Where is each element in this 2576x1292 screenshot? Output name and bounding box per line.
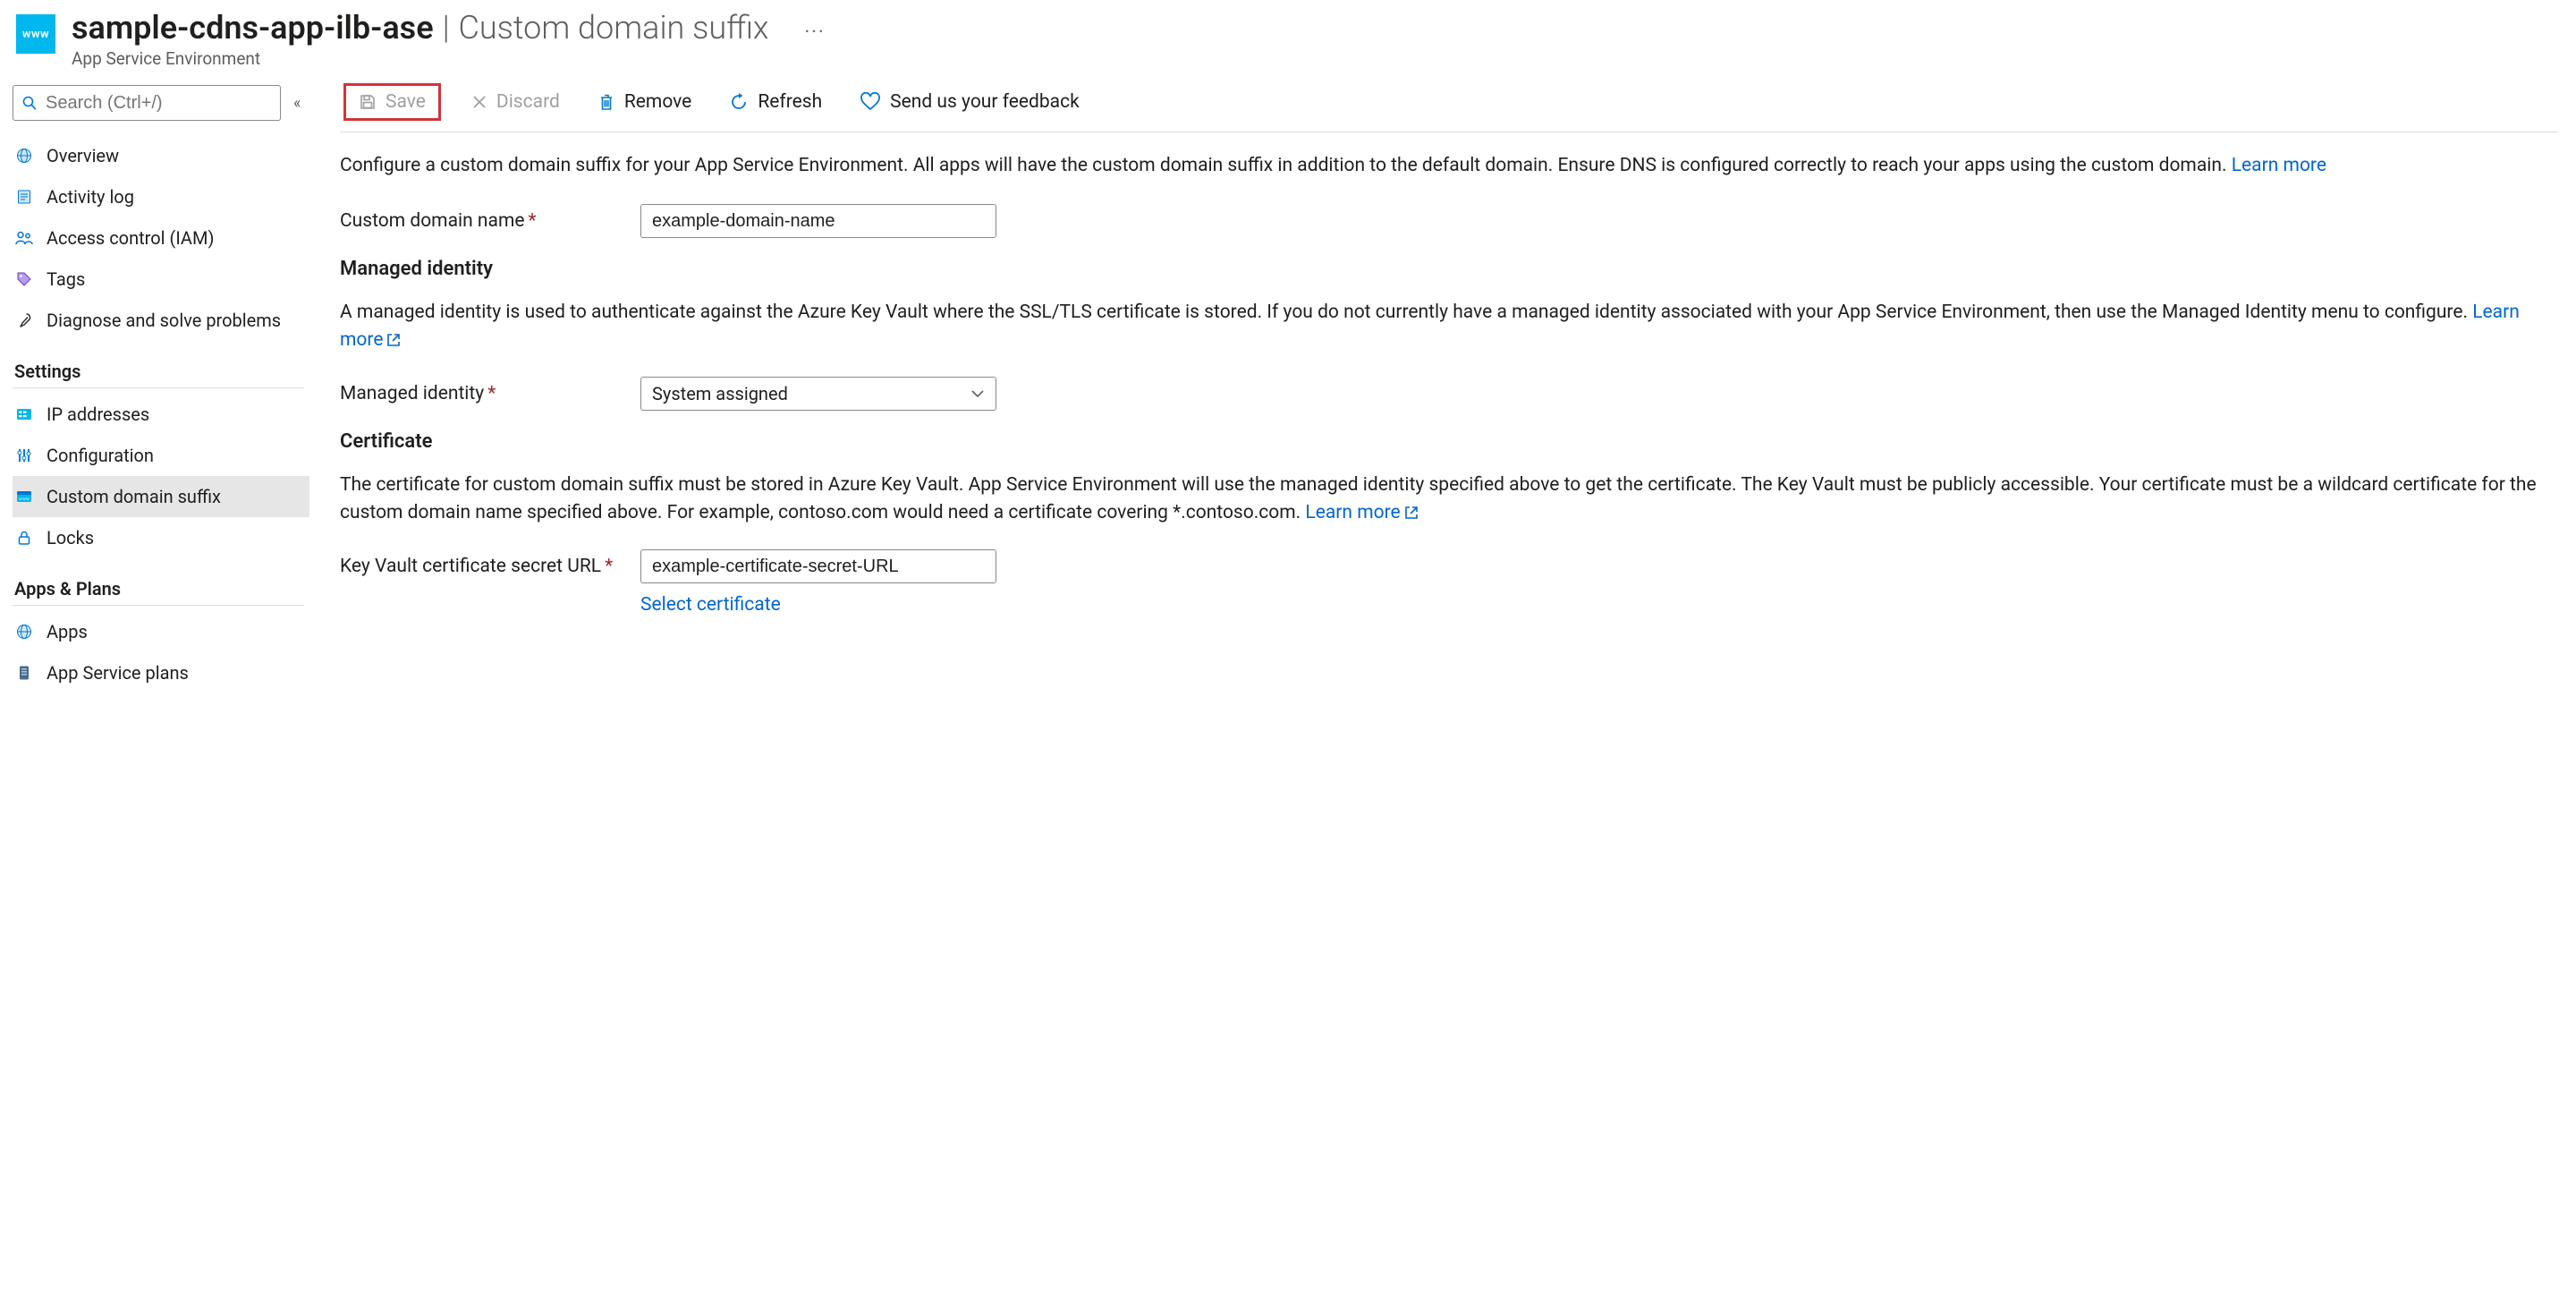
custom-domain-input[interactable] xyxy=(640,204,996,238)
sidebar-item-diagnose[interactable]: Diagnose and solve problems xyxy=(13,300,309,341)
blade-title-text: sample-cdns-app-ilb-ase | Custom domain … xyxy=(72,9,826,69)
feedback-button[interactable]: Send us your feedback xyxy=(852,88,1087,116)
blade-content: Save Discard Remove Refresh Send us your… xyxy=(322,76,2576,651)
certificate-description: The certificate for custom domain suffix… xyxy=(340,472,2558,528)
globe-icon xyxy=(14,148,34,164)
ip-icon xyxy=(14,408,34,421)
domain-icon: www xyxy=(14,490,34,503)
sidebar-search[interactable] xyxy=(13,85,281,121)
discard-button[interactable]: Discard xyxy=(464,88,567,116)
sidebar-item-label: IP addresses xyxy=(47,404,149,425)
managed-identity-description: A managed identity is used to authentica… xyxy=(340,299,2558,355)
refresh-icon xyxy=(729,92,749,112)
log-icon xyxy=(14,189,34,205)
collapse-sidebar-button[interactable]: « xyxy=(293,94,296,113)
sidebar-item-overview[interactable]: Overview xyxy=(13,135,309,176)
close-icon xyxy=(471,94,487,110)
sidebar-search-input[interactable] xyxy=(44,92,284,115)
save-button[interactable]: Save xyxy=(343,83,441,121)
sidebar-item-label: Apps xyxy=(47,621,88,642)
custom-domain-label: Custom domain name xyxy=(340,210,525,232)
sidebar-item-label: Diagnose and solve problems xyxy=(47,310,281,331)
sidebar-item-ip-addresses[interactable]: IP addresses xyxy=(13,394,309,435)
certificate-heading: Certificate xyxy=(340,430,2558,453)
remove-button-label: Remove xyxy=(624,91,692,113)
sidebar-item-label: App Service plans xyxy=(47,662,189,684)
kv-secret-label: Key Vault certificate secret URL xyxy=(340,556,601,577)
required-indicator: * xyxy=(605,556,613,577)
blade-header: www sample-cdns-app-ilb-ase | Custom dom… xyxy=(0,0,2576,76)
resource-name: sample-cdns-app-ilb-ase xyxy=(72,9,434,47)
apps-icon xyxy=(14,624,34,640)
sidebar-nav: « Overview Activity log Access control (… xyxy=(0,76,322,693)
title-separator: | xyxy=(443,9,450,47)
resource-type-label: App Service Environment xyxy=(72,48,826,69)
managed-identity-heading: Managed identity xyxy=(340,258,2558,280)
sidebar-item-tags[interactable]: Tags xyxy=(13,259,309,300)
sidebar-group-settings: Settings xyxy=(13,341,304,388)
people-icon xyxy=(14,230,34,246)
intro-learn-more-link[interactable]: Learn more xyxy=(2232,155,2326,176)
external-link-icon xyxy=(1404,501,1419,528)
heart-icon xyxy=(860,92,881,112)
resource-type-icon: www xyxy=(16,14,55,54)
remove-button[interactable]: Remove xyxy=(590,88,699,116)
custom-domain-row: Custom domain name* xyxy=(340,204,2558,238)
svg-text:www: www xyxy=(19,497,30,502)
external-link-icon xyxy=(386,328,401,355)
feedback-button-label: Send us your feedback xyxy=(890,91,1080,113)
sidebar-item-locks[interactable]: Locks xyxy=(13,517,309,558)
required-indicator: * xyxy=(529,210,537,232)
managed-identity-select[interactable]: System assigned xyxy=(640,377,996,411)
sidebar-item-label: Custom domain suffix xyxy=(47,486,221,507)
server-icon xyxy=(14,665,34,681)
save-button-label: Save xyxy=(386,91,426,113)
more-actions-button[interactable]: ··· xyxy=(777,21,825,44)
trash-icon xyxy=(597,92,615,112)
intro-text-content: Configure a custom domain suffix for you… xyxy=(340,155,2232,176)
sidebar-item-app-service-plans[interactable]: App Service plans xyxy=(13,652,309,693)
managed-identity-label: Managed identity xyxy=(340,383,484,404)
sidebar-item-apps[interactable]: Apps xyxy=(13,611,309,652)
select-certificate-link[interactable]: Select certificate xyxy=(640,594,781,616)
sidebar-item-configuration[interactable]: Configuration xyxy=(13,435,309,476)
sidebar-group-apps-plans: Apps & Plans xyxy=(13,558,304,606)
sidebar-item-label: Access control (IAM) xyxy=(47,227,214,249)
save-icon xyxy=(359,93,377,111)
chevron-down-icon xyxy=(970,389,985,398)
refresh-button-label: Refresh xyxy=(758,91,822,113)
blade-name: Custom domain suffix xyxy=(459,9,769,47)
required-indicator: * xyxy=(487,383,496,404)
tag-icon xyxy=(14,271,34,287)
managed-identity-select-value: System assigned xyxy=(652,383,788,404)
sidebar-item-label: Tags xyxy=(47,268,85,290)
managed-identity-row: Managed identity* System assigned xyxy=(340,377,2558,411)
sliders-icon xyxy=(14,447,34,463)
intro-description: Configure a custom domain suffix for you… xyxy=(340,152,2558,179)
wrench-icon xyxy=(14,312,34,328)
sidebar-item-label: Configuration xyxy=(47,445,154,466)
sidebar-item-label: Activity log xyxy=(47,186,134,208)
kv-secret-row: Key Vault certificate secret URL* xyxy=(340,549,2558,583)
resource-icon-text: www xyxy=(22,28,49,41)
refresh-button[interactable]: Refresh xyxy=(722,88,829,116)
sidebar-item-label: Overview xyxy=(47,145,119,166)
kv-secret-input[interactable] xyxy=(640,549,996,583)
sidebar-item-label: Locks xyxy=(47,527,94,548)
certificate-learn-more-link[interactable]: Learn more xyxy=(1305,502,1418,523)
sidebar-item-activity-log[interactable]: Activity log xyxy=(13,176,309,217)
discard-button-label: Discard xyxy=(496,91,560,113)
search-icon xyxy=(22,96,37,110)
sidebar-item-access-control[interactable]: Access control (IAM) xyxy=(13,217,309,259)
sidebar-item-custom-domain-suffix[interactable]: www Custom domain suffix xyxy=(13,476,309,517)
lock-icon xyxy=(14,530,34,546)
command-bar: Save Discard Remove Refresh Send us your… xyxy=(340,76,2558,132)
